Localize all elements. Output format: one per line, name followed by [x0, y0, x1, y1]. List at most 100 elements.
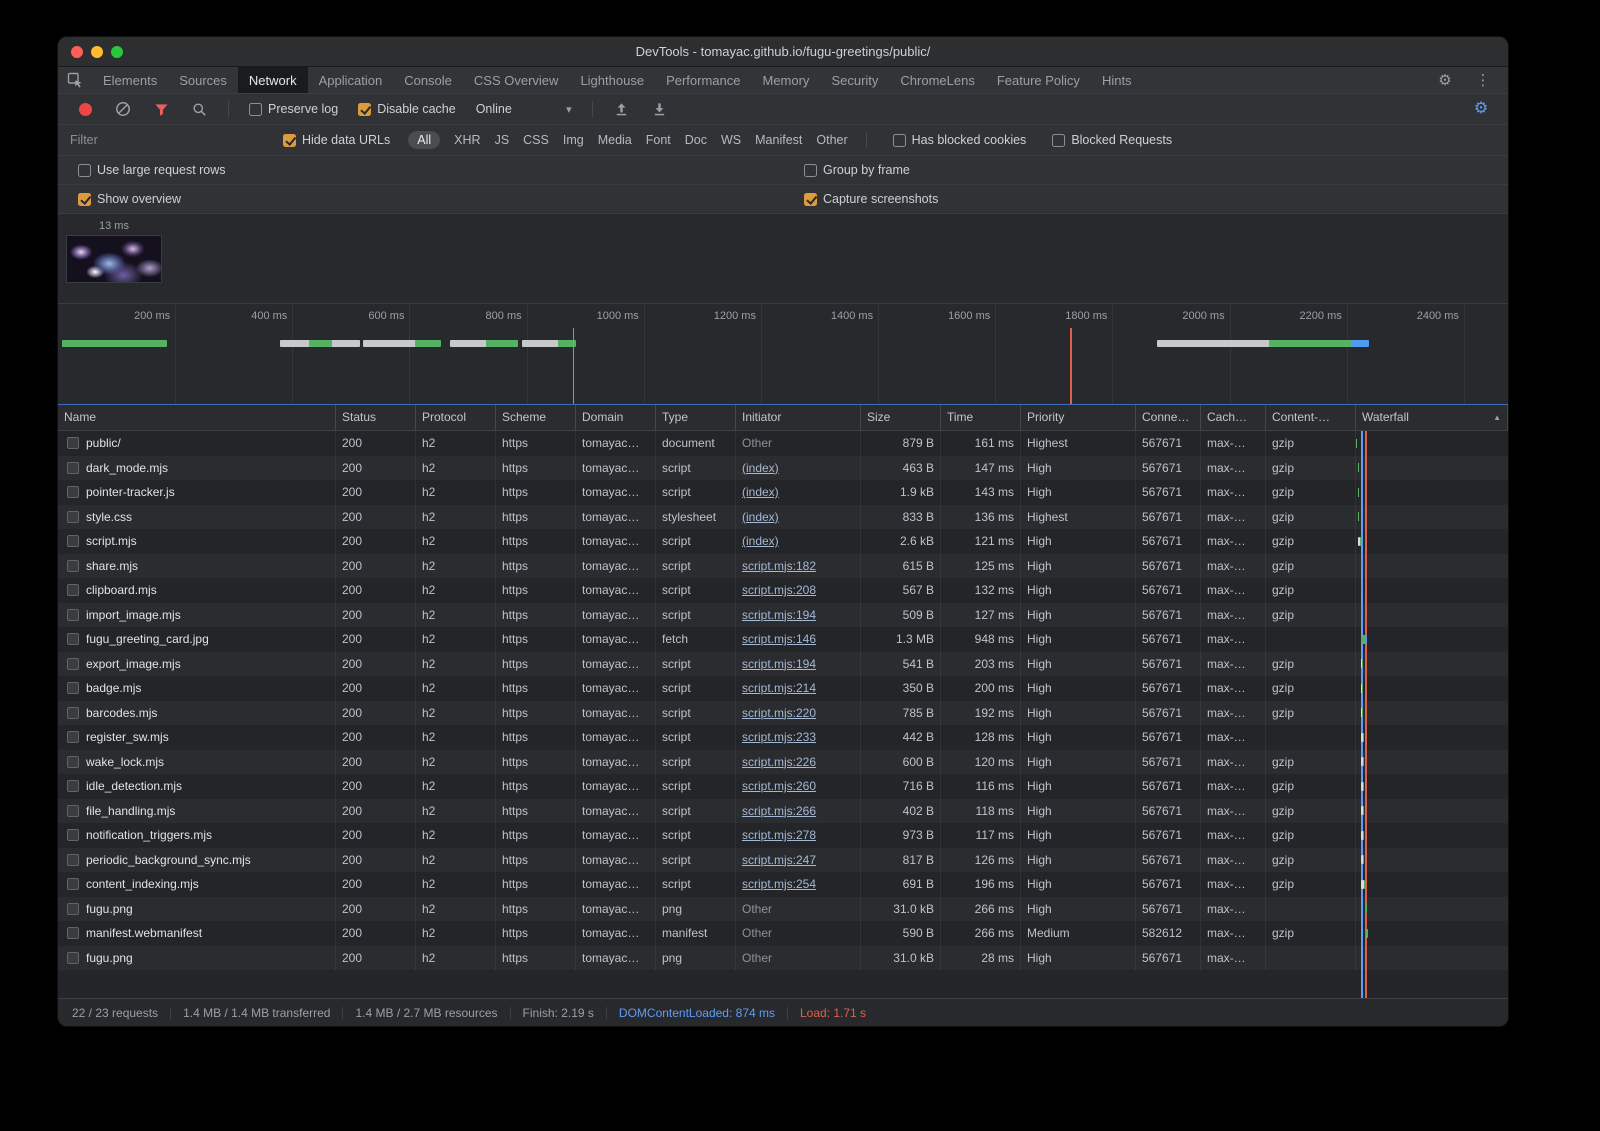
inspect-element-icon[interactable] [58, 67, 92, 93]
request-row-barcodes-mjs[interactable]: barcodes.mjs200h2httpstomayac…scriptscri… [58, 701, 1508, 726]
close-window-button[interactable] [71, 46, 83, 58]
initiator-link[interactable]: (index) [742, 461, 779, 475]
tab-css-overview[interactable]: CSS Overview [463, 67, 570, 93]
throttling-select[interactable]: Online ▾ [476, 102, 572, 116]
tab-lighthouse[interactable]: Lighthouse [569, 67, 655, 93]
request-row-notification-triggers-mjs[interactable]: notification_triggers.mjs200h2httpstomay… [58, 823, 1508, 848]
initiator-link[interactable]: script.mjs:260 [742, 779, 816, 793]
initiator-link[interactable]: script.mjs:214 [742, 681, 816, 695]
column-header-waterfall[interactable]: Waterfall▲ [1356, 405, 1508, 430]
timeline-overview[interactable]: 200 ms400 ms600 ms800 ms1000 ms1200 ms14… [58, 303, 1508, 404]
column-header-initiator[interactable]: Initiator [736, 405, 861, 430]
request-row-share-mjs[interactable]: share.mjs200h2httpstomayac…scriptscript.… [58, 554, 1508, 579]
tab-performance[interactable]: Performance [655, 67, 751, 93]
clear-network-log-icon[interactable] [106, 101, 140, 117]
column-header-size[interactable]: Size [861, 405, 941, 430]
request-row-pointer-tracker-js[interactable]: pointer-tracker.js200h2httpstomayac…scri… [58, 480, 1508, 505]
filter-pill-other[interactable]: Other [816, 133, 847, 147]
initiator-link[interactable]: (index) [742, 485, 779, 499]
request-row-script-mjs[interactable]: script.mjs200h2httpstomayac…script(index… [58, 529, 1508, 554]
filter-pill-doc[interactable]: Doc [685, 133, 707, 147]
filter-pill-ws[interactable]: WS [721, 133, 741, 147]
initiator-link[interactable]: script.mjs:226 [742, 755, 816, 769]
filter-funnel-icon[interactable] [144, 102, 178, 117]
zoom-window-button[interactable] [111, 46, 123, 58]
initiator-link[interactable]: script.mjs:233 [742, 730, 816, 744]
has-blocked-cookies-checkbox[interactable]: Has blocked cookies [893, 133, 1027, 147]
tab-network[interactable]: Network [238, 67, 308, 93]
request-row-content-indexing-mjs[interactable]: content_indexing.mjs200h2httpstomayac…sc… [58, 872, 1508, 897]
initiator-link[interactable]: script.mjs:194 [742, 657, 816, 671]
filter-pill-all[interactable]: All [408, 131, 440, 149]
filmstrip-frame-thumbnail[interactable] [66, 235, 162, 283]
tab-hints[interactable]: Hints [1091, 67, 1143, 93]
filter-pill-manifest[interactable]: Manifest [755, 133, 802, 147]
filter-pill-img[interactable]: Img [563, 133, 584, 147]
initiator-link[interactable]: script.mjs:247 [742, 853, 816, 867]
column-header-conne[interactable]: Conne… [1136, 405, 1201, 430]
request-row-idle-detection-mjs[interactable]: idle_detection.mjs200h2httpstomayac…scri… [58, 774, 1508, 799]
tab-application[interactable]: Application [308, 67, 394, 93]
network-settings-gear-icon[interactable]: ⚙ [1464, 101, 1498, 117]
more-options-icon[interactable]: ⋮ [1466, 73, 1500, 88]
request-row-export-image-mjs[interactable]: export_image.mjs200h2httpstomayac…script… [58, 652, 1508, 677]
column-header-domain[interactable]: Domain [576, 405, 656, 430]
tab-chromelens[interactable]: ChromeLens [889, 67, 985, 93]
column-header-type[interactable]: Type [656, 405, 736, 430]
use-large-request-rows-checkbox[interactable]: Use large request rows [78, 163, 226, 177]
request-row-public[interactable]: public/200h2httpstomayac…documentOther87… [58, 431, 1508, 456]
request-row-periodic-background-sync-mjs[interactable]: periodic_background_sync.mjs200h2httpsto… [58, 848, 1508, 873]
column-header-protocol[interactable]: Protocol [416, 405, 496, 430]
request-row-dark-mode-mjs[interactable]: dark_mode.mjs200h2httpstomayac…script(in… [58, 456, 1508, 481]
tab-security[interactable]: Security [820, 67, 889, 93]
request-row-fugu-png[interactable]: fugu.png200h2httpstomayac…pngOther31.0 k… [58, 946, 1508, 971]
show-overview-checkbox[interactable]: Show overview [78, 192, 181, 206]
request-row-badge-mjs[interactable]: badge.mjs200h2httpstomayac…scriptscript.… [58, 676, 1508, 701]
initiator-link[interactable]: script.mjs:254 [742, 877, 816, 891]
capture-screenshots-checkbox[interactable]: Capture screenshots [804, 192, 938, 206]
initiator-link[interactable]: script.mjs:266 [742, 804, 816, 818]
request-row-file-handling-mjs[interactable]: file_handling.mjs200h2httpstomayac…scrip… [58, 799, 1508, 824]
initiator-link[interactable]: script.mjs:182 [742, 559, 816, 573]
titlebar[interactable]: DevTools - tomayac.github.io/fugu-greeti… [58, 37, 1508, 67]
tab-feature-policy[interactable]: Feature Policy [986, 67, 1091, 93]
column-header-cach[interactable]: Cach… [1201, 405, 1266, 430]
group-by-frame-checkbox[interactable]: Group by frame [804, 163, 910, 177]
filter-pill-css[interactable]: CSS [523, 133, 549, 147]
column-header-time[interactable]: Time [941, 405, 1021, 430]
initiator-link[interactable]: script.mjs:208 [742, 583, 816, 597]
request-row-fugu-png[interactable]: fugu.png200h2httpstomayac…pngOther31.0 k… [58, 897, 1508, 922]
column-header-name[interactable]: Name [58, 405, 336, 430]
request-row-import-image-mjs[interactable]: import_image.mjs200h2httpstomayac…script… [58, 603, 1508, 628]
filter-pill-xhr[interactable]: XHR [454, 133, 480, 147]
initiator-link[interactable]: script.mjs:220 [742, 706, 816, 720]
settings-gear-icon[interactable]: ⚙ [1428, 73, 1462, 88]
initiator-link[interactable]: script.mjs:146 [742, 632, 816, 646]
column-header-priority[interactable]: Priority [1021, 405, 1136, 430]
request-row-style-css[interactable]: style.css200h2httpstomayac…stylesheet(in… [58, 505, 1508, 530]
column-header-scheme[interactable]: Scheme [496, 405, 576, 430]
column-header-content[interactable]: Content-… [1266, 405, 1356, 430]
filter-input[interactable] [70, 133, 265, 147]
initiator-link[interactable]: (index) [742, 510, 779, 524]
filter-pill-font[interactable]: Font [646, 133, 671, 147]
record-network-log-button[interactable] [68, 103, 102, 116]
column-header-status[interactable]: Status [336, 405, 416, 430]
search-icon[interactable] [182, 102, 216, 117]
minimize-window-button[interactable] [91, 46, 103, 58]
initiator-link[interactable]: script.mjs:278 [742, 828, 816, 842]
tab-sources[interactable]: Sources [168, 67, 238, 93]
preserve-log-checkbox[interactable]: Preserve log [249, 102, 338, 116]
filter-pill-js[interactable]: JS [495, 133, 510, 147]
filter-pill-media[interactable]: Media [598, 133, 632, 147]
blocked-requests-checkbox[interactable]: Blocked Requests [1052, 133, 1172, 147]
tab-console[interactable]: Console [393, 67, 463, 93]
tab-memory[interactable]: Memory [751, 67, 820, 93]
request-row-manifest-webmanifest[interactable]: manifest.webmanifest200h2httpstomayac…ma… [58, 921, 1508, 946]
disable-cache-checkbox[interactable]: Disable cache [358, 102, 456, 116]
request-row-wake-lock-mjs[interactable]: wake_lock.mjs200h2httpstomayac…scriptscr… [58, 750, 1508, 775]
tab-elements[interactable]: Elements [92, 67, 168, 93]
export-har-icon[interactable] [605, 102, 639, 117]
request-row-clipboard-mjs[interactable]: clipboard.mjs200h2httpstomayac…scriptscr… [58, 578, 1508, 603]
hide-data-urls-checkbox[interactable]: Hide data URLs [283, 133, 390, 147]
